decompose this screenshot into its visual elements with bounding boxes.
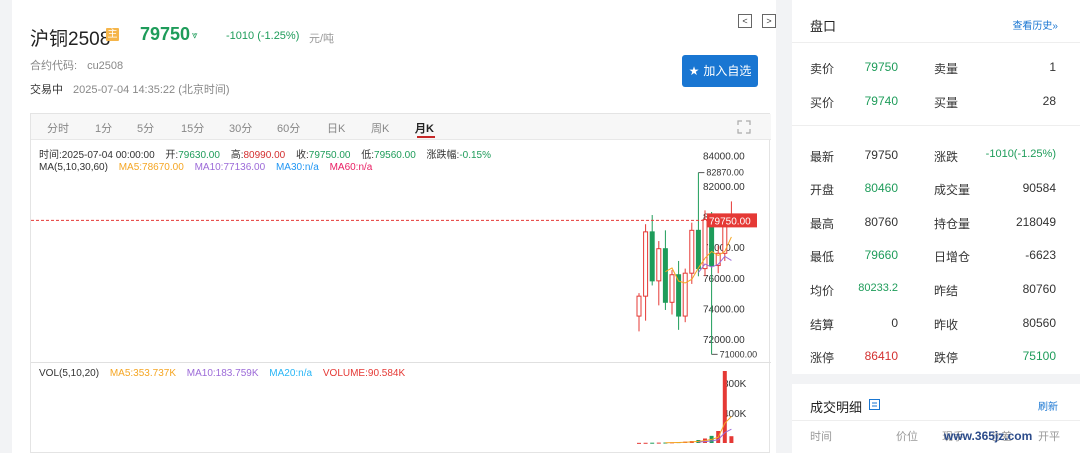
trades-title: 成交明细: [810, 400, 863, 415]
stat-label: 涨停: [810, 351, 835, 365]
trade-header-price: 价位: [896, 431, 918, 443]
next-button[interactable]: >: [762, 14, 776, 28]
candle-body: [695, 229, 701, 270]
current-price-label: 79750.00: [709, 216, 751, 227]
y-tick-label: 72000.00: [703, 335, 745, 346]
stat-label: 跌停: [934, 351, 959, 365]
y-tick-label: 74000.00: [703, 304, 745, 315]
stat-label: 最高: [810, 217, 835, 231]
volume-bar: [650, 442, 655, 444]
stat-value: 80560: [1022, 316, 1056, 330]
status-text: 交易中: [30, 84, 63, 96]
history-link[interactable]: 查看历史»: [1012, 17, 1058, 32]
contract-label: 合约代码:: [30, 60, 78, 72]
candle-body: [643, 231, 649, 297]
prev-button[interactable]: <: [738, 14, 752, 28]
trading-status: 交易中 2025-07-04 14:35:22 (北京时间): [30, 81, 230, 97]
stat-label: 开盘: [810, 183, 835, 197]
orderbook-title: 盘口: [810, 19, 837, 34]
stat-value: 80760: [864, 215, 898, 229]
refresh-link[interactable]: 刷新: [1038, 398, 1058, 413]
sell-qty-label: 卖量: [934, 62, 959, 76]
quote-main-panel: 沪铜2508 主 79750 ⩔ -1010 (-1.25%) 元/吨 合约代码…: [12, 0, 776, 453]
stat-label: 最低: [810, 250, 835, 264]
contract-code: cu2508: [87, 60, 124, 72]
buy-qty-label: 买量: [934, 96, 959, 110]
volume-bar: [729, 436, 734, 443]
volume-bar: [656, 442, 661, 444]
divider: [792, 42, 1080, 43]
trade-header-time: 时间: [810, 431, 832, 443]
volume-bar: [637, 442, 641, 444]
sell-price-label: 卖价: [810, 62, 835, 76]
buy-qty-value: 28: [1042, 94, 1056, 108]
candle-body: [656, 248, 662, 282]
volume-bar: [643, 442, 648, 444]
stat-label: 均价: [810, 284, 835, 298]
watermark-text: www.365jz.com: [944, 429, 1033, 443]
down-arrow-icon: ⩔: [192, 30, 198, 41]
stat-label: 昨收: [934, 318, 959, 332]
stat-label: 涨跌: [934, 150, 959, 164]
star-icon: ★: [688, 64, 700, 78]
y-tick-label: 82000.00: [703, 182, 745, 193]
stat-value: 80760: [1022, 282, 1056, 296]
page-title: 沪铜2508: [30, 29, 111, 50]
kline-chart-panel: 分时 1分 5分 15分 30分 60分 日K 周K 月K 时间:2025-07…: [30, 113, 771, 453]
list-icon[interactable]: [869, 399, 880, 410]
orderbook-panel: 盘口 查看历史» 卖价 79750 卖量 1 买价 79740 买量 28 最新…: [792, 0, 1080, 374]
y-tick-label: 84000.00: [703, 151, 745, 162]
y-tick-label: 76000.00: [703, 274, 745, 285]
candle-body: [662, 248, 668, 303]
stat-label: 最新: [810, 150, 835, 164]
stat-value: 80460: [864, 181, 898, 195]
sell-qty-value: 1: [1049, 60, 1056, 74]
divider: [792, 125, 1080, 126]
candle-body: [669, 274, 675, 303]
candle-body: [689, 229, 695, 274]
sell-price-value: 79750: [864, 60, 898, 74]
stat-value: -1010(-1.25%): [985, 148, 1056, 160]
low-marker-label: 71000.00: [720, 349, 758, 359]
stat-value: 86410: [864, 349, 898, 363]
stat-label: 结算: [810, 318, 835, 332]
stat-value: 0: [891, 316, 898, 330]
main-contract-badge: 主: [106, 28, 119, 41]
orderbook-sidebar: 盘口 查看历史» 卖价 79750 卖量 1 买价 79740 买量 28 最新…: [792, 0, 1080, 453]
price-change: -1010 (-1.25%): [226, 30, 300, 42]
stat-value: -6623: [1025, 248, 1056, 262]
volume-svg[interactable]: 800K400K: [31, 363, 771, 453]
buy-price-label: 买价: [810, 96, 835, 110]
divider: [792, 420, 1080, 421]
contract-info: 合约代码: cu2508: [30, 57, 123, 73]
buy-price-value: 79740: [864, 94, 898, 108]
stat-label: 成交量: [934, 183, 971, 197]
candle-body: [702, 219, 708, 270]
stat-value: 80233.2: [858, 282, 898, 294]
candle-body: [649, 231, 655, 282]
status-time: 2025-07-04 14:35:22 (北京时间): [73, 84, 230, 96]
vol-ma5-line: [665, 416, 732, 444]
candle-body: [682, 272, 688, 317]
candle-body: [636, 295, 642, 317]
trade-header-openclose: 开平: [1038, 431, 1060, 443]
high-marker-label: 82870.00: [706, 168, 744, 178]
stat-value: 218049: [1015, 215, 1056, 229]
stat-label: 昨结: [934, 284, 959, 298]
add-watchlist-label: 加入自选: [703, 64, 752, 78]
kline-svg[interactable]: 84000.0082000.0080000.0078000.0076000.00…: [31, 114, 771, 362]
add-watchlist-button[interactable]: ★ 加入自选: [682, 55, 758, 87]
stat-value: 90584: [1022, 181, 1056, 195]
price-unit: 元/吨: [309, 33, 335, 45]
stat-value: 75100: [1022, 349, 1056, 363]
stat-label: 持仓量: [934, 217, 971, 231]
last-price: 79750: [140, 24, 191, 44]
stat-value: 79750: [864, 148, 898, 162]
stat-label: 日增仓: [934, 250, 971, 264]
trades-panel: 成交明细 刷新: [792, 384, 1080, 453]
stat-value: 79660: [864, 248, 898, 262]
